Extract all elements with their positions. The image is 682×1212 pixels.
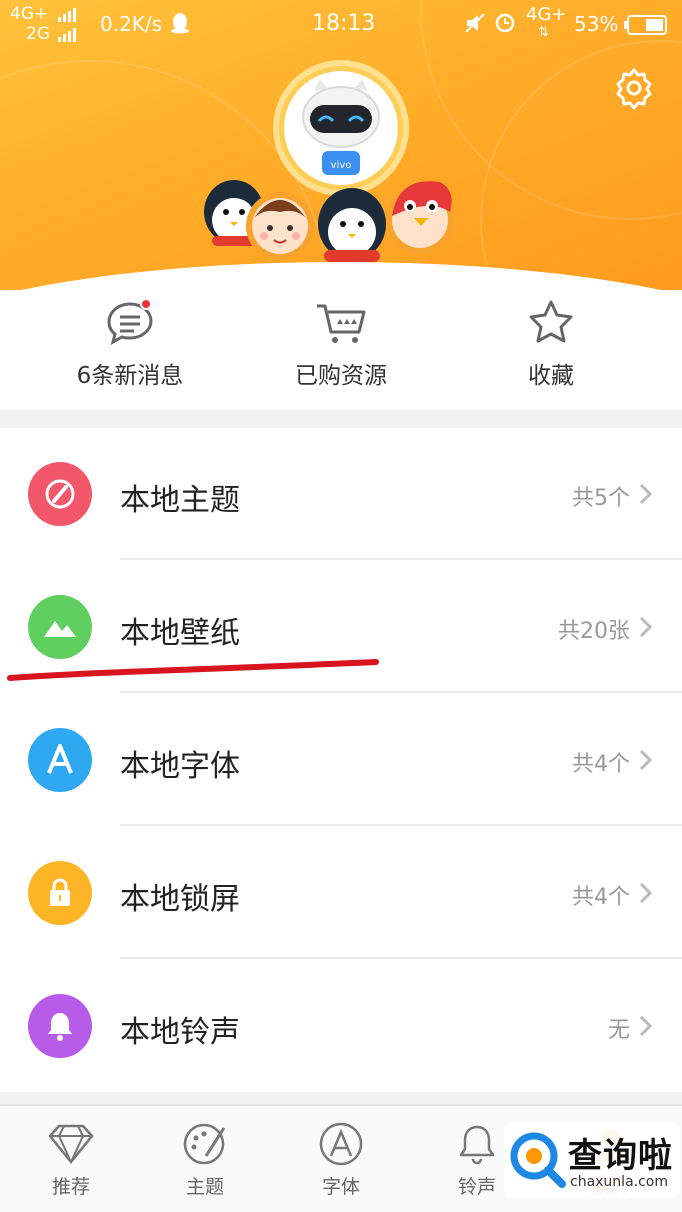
watermark-url: chaxunla.com bbox=[570, 1174, 668, 1190]
row-count: 无 bbox=[607, 1018, 630, 1043]
brush-icon bbox=[28, 462, 92, 526]
mascot-characters-image bbox=[204, 180, 454, 262]
tab-theme[interactable]: 主题 bbox=[150, 1122, 260, 1199]
divider bbox=[120, 558, 682, 560]
messages-label: 6条新消息 bbox=[76, 363, 184, 389]
network-type-data: 4G+ bbox=[526, 4, 567, 25]
quick-actions-bar: 6条新消息 已购资源 收藏 bbox=[0, 290, 682, 410]
chevron-right-icon bbox=[639, 749, 653, 771]
mute-icon bbox=[464, 12, 488, 37]
purchased-resources-button[interactable]: 已购资源 bbox=[251, 298, 431, 398]
unread-badge bbox=[140, 298, 152, 310]
favorites-label: 收藏 bbox=[528, 363, 574, 389]
favorites-button[interactable]: 收藏 bbox=[461, 298, 641, 398]
bell-icon bbox=[459, 1125, 495, 1165]
annotation-underline bbox=[7, 659, 379, 681]
tab-recommend[interactable]: 推荐 bbox=[16, 1122, 126, 1199]
signal-icon bbox=[58, 28, 76, 42]
local-font-row[interactable]: 本地字体 共4个 bbox=[0, 694, 682, 826]
diamond-icon bbox=[48, 1124, 94, 1165]
robot-avatar-image: vivo bbox=[284, 71, 398, 185]
chevron-right-icon bbox=[639, 483, 653, 505]
divider bbox=[120, 691, 682, 693]
row-count: 共20张 bbox=[558, 619, 630, 644]
bell-icon bbox=[28, 994, 92, 1058]
qq-icon bbox=[170, 12, 190, 37]
messages-button[interactable]: 6条新消息 bbox=[40, 298, 220, 398]
divider bbox=[120, 824, 682, 826]
row-label: 本地锁屏 bbox=[120, 882, 240, 917]
gear-icon[interactable] bbox=[612, 66, 656, 110]
watermark: 查询啦 chaxunla.com bbox=[504, 1122, 680, 1198]
chevron-right-icon bbox=[639, 616, 653, 638]
tab-font[interactable]: 字体 bbox=[286, 1122, 396, 1199]
battery-percent: 53% bbox=[574, 12, 619, 36]
letter-a-icon bbox=[319, 1122, 363, 1166]
chevron-right-icon bbox=[639, 882, 653, 904]
divider bbox=[120, 957, 682, 959]
watermark-title: 查询啦 bbox=[568, 1136, 673, 1176]
row-count: 共4个 bbox=[572, 885, 630, 910]
svg-text:vivo: vivo bbox=[331, 160, 352, 171]
star-icon bbox=[529, 300, 573, 343]
signal-icon bbox=[58, 8, 76, 22]
lock-icon bbox=[28, 861, 92, 925]
network-type-secondary: 2G bbox=[26, 24, 50, 44]
chevron-right-icon bbox=[639, 1015, 653, 1037]
local-lockscreen-row[interactable]: 本地锁屏 共4个 bbox=[0, 827, 682, 959]
local-ringtone-row[interactable]: 本地铃声 无 bbox=[0, 960, 682, 1092]
battery-icon bbox=[624, 14, 670, 39]
network-type-primary: 4G+ bbox=[10, 4, 49, 24]
row-label: 本地铃声 bbox=[120, 1015, 240, 1050]
row-label: 本地壁纸 bbox=[120, 616, 240, 651]
tab-label: 字体 bbox=[321, 1176, 360, 1198]
status-bar: 4G+ 2G 0.2K/s 18:13 4G+ ⇅ 53% bbox=[0, 0, 682, 50]
row-label: 本地主题 bbox=[120, 483, 240, 518]
profile-header: 4G+ 2G 0.2K/s 18:13 4G+ ⇅ 53% vivo bbox=[0, 0, 682, 300]
local-theme-row[interactable]: 本地主题 共5个 bbox=[0, 428, 682, 560]
network-speed: 0.2K/s bbox=[100, 12, 163, 36]
clock-time: 18:13 bbox=[312, 11, 376, 36]
alarm-icon bbox=[494, 11, 516, 36]
cart-icon bbox=[317, 304, 366, 343]
data-arrows-icon: ⇅ bbox=[538, 25, 549, 40]
row-label: 本地字体 bbox=[120, 749, 240, 784]
row-count: 共4个 bbox=[572, 752, 630, 777]
purchased-label: 已购资源 bbox=[295, 363, 387, 389]
tab-label: 推荐 bbox=[51, 1176, 90, 1198]
tab-label: 主题 bbox=[185, 1176, 224, 1198]
letter-a-icon bbox=[28, 728, 92, 792]
row-count: 共5个 bbox=[572, 486, 630, 511]
palette-icon bbox=[183, 1123, 226, 1165]
search-icon bbox=[510, 1132, 566, 1188]
local-resources-list: 本地主题 共5个 本地壁纸 共20张 本地字体 共4个 本地锁屏 共4个 本地铃… bbox=[0, 428, 682, 1092]
